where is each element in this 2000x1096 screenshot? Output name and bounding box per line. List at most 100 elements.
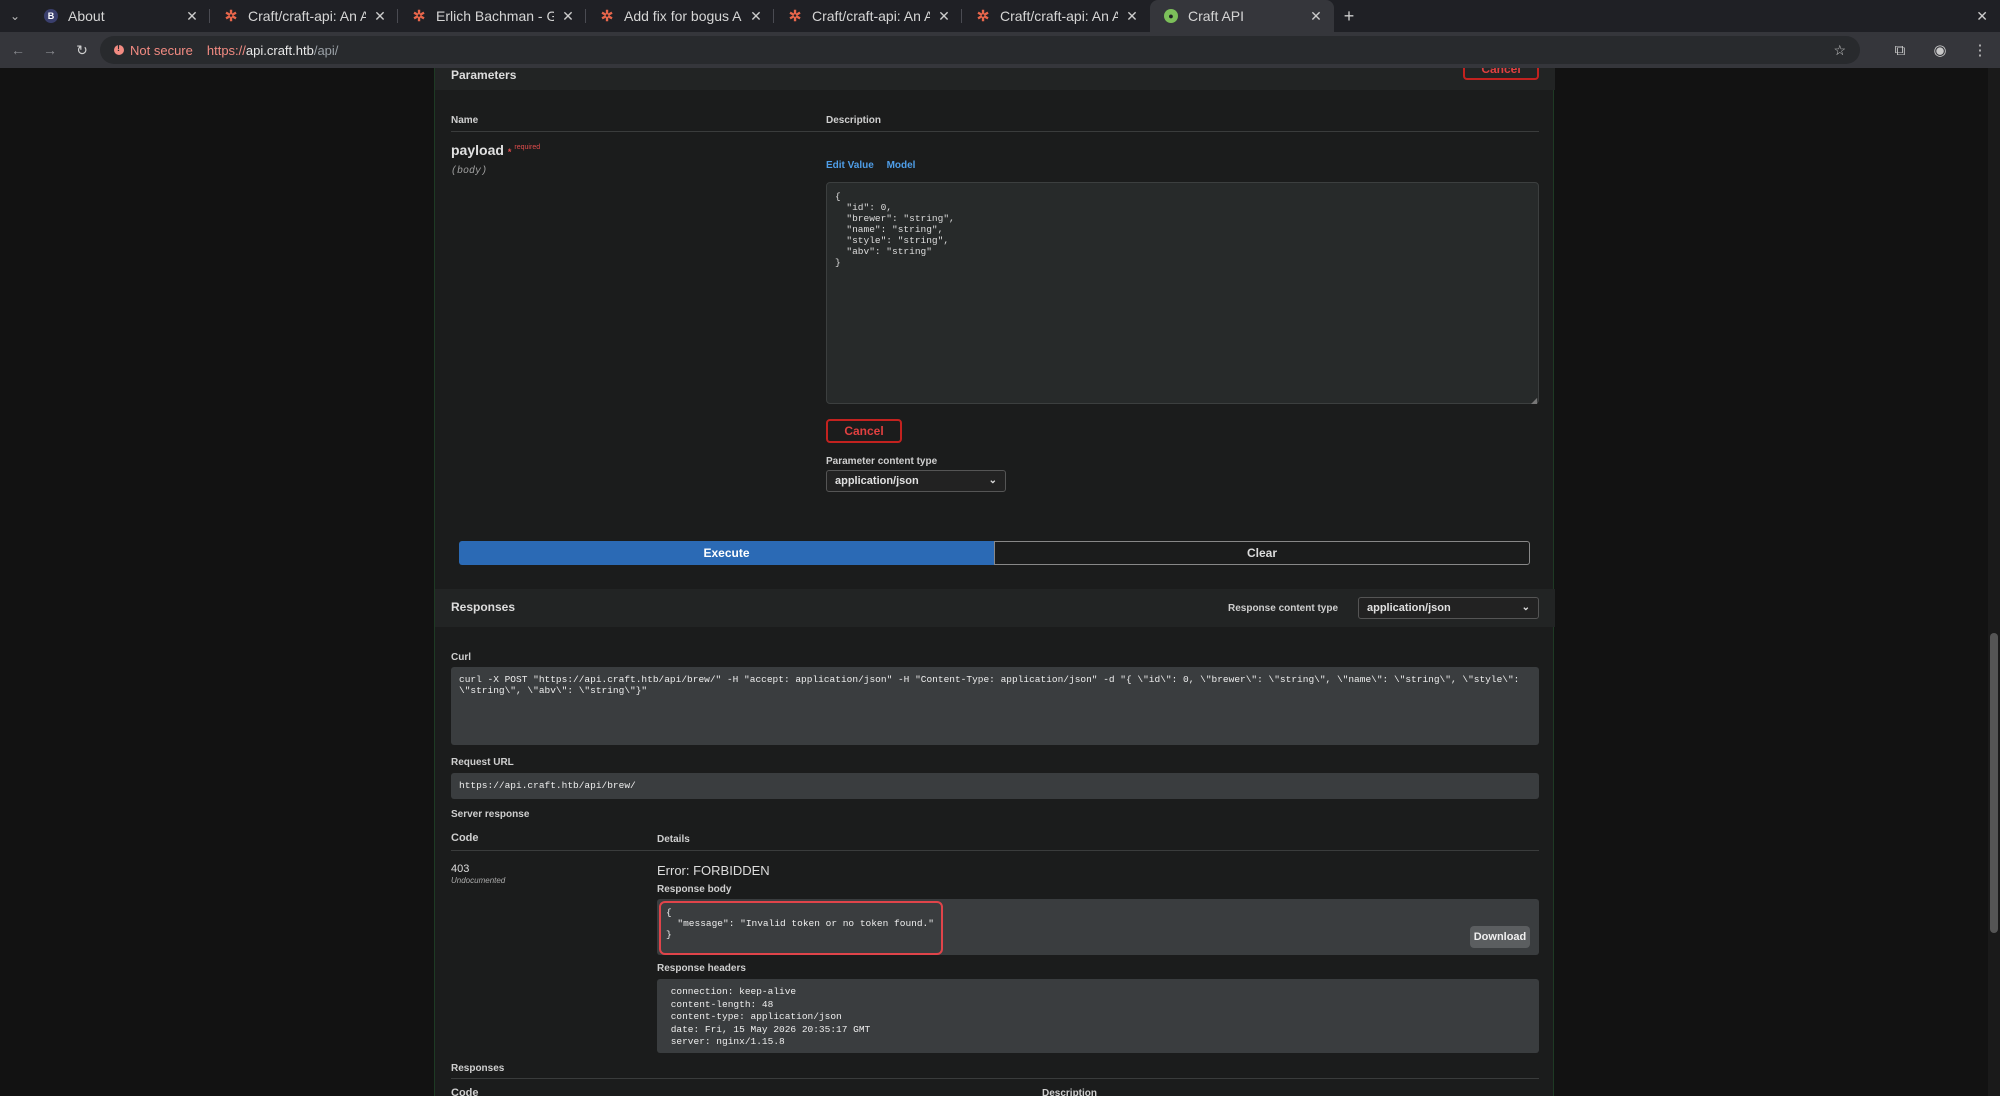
close-icon[interactable]: ✕ (560, 8, 576, 25)
chevron-down-icon: ⌄ (1521, 602, 1530, 613)
response-headers-label: Response headers (657, 963, 746, 974)
server-response-label: Server response (451, 809, 530, 820)
divider (451, 850, 1539, 851)
tab-craft-api-1[interactable]: ✲ Craft/craft-api: An API f ✕ (210, 0, 398, 32)
curl-command[interactable]: curl -X POST "https://api.craft.htb/api/… (451, 667, 1539, 745)
response-content-type-select[interactable]: application/json ⌄ (1358, 597, 1539, 619)
reload-icon[interactable]: ↻ (68, 36, 96, 64)
divider (451, 1078, 1539, 1079)
gogs-icon: ✲ (224, 8, 238, 25)
bottom-col-code-header: Code (451, 1087, 479, 1096)
bookmark-star-icon[interactable]: ☆ (1833, 42, 1846, 59)
tab-title: Craft/craft-api: An API f (1000, 8, 1118, 24)
param-location: (body) (451, 166, 488, 177)
forward-icon[interactable]: → (36, 36, 64, 64)
close-icon[interactable]: ✕ (1124, 8, 1140, 25)
tab-add-fix[interactable]: ✲ Add fix for bogus ABV v ✕ (586, 0, 774, 32)
responses-bottom-title: Responses (451, 1063, 505, 1074)
response-error-text: Error: FORBIDDEN (657, 863, 770, 878)
tab-title: Erlich Bachman - Gogs (436, 8, 554, 24)
param-name: payload * required (451, 142, 540, 158)
close-icon[interactable]: ✕ (936, 8, 952, 25)
tab-model[interactable]: Model (887, 160, 916, 171)
col-description-header: Description (826, 115, 882, 126)
cancel-try-button[interactable]: Cancel (1463, 68, 1539, 80)
tab-about[interactable]: B About ✕ (30, 0, 210, 32)
value-tabs: Edit Value Model (826, 160, 925, 171)
divider (451, 131, 1539, 132)
cancel-button[interactable]: Cancel (826, 419, 902, 443)
tab-craft-api-3[interactable]: ✲ Craft/craft-api: An API f ✕ (962, 0, 1150, 32)
required-label: required (514, 144, 541, 152)
responses-title: Responses (451, 600, 516, 614)
close-icon[interactable]: ✕ (184, 8, 200, 25)
col-details-header: Details (657, 834, 690, 845)
tab-craft-api-active[interactable]: ● Craft API ✕ (1150, 0, 1334, 32)
execute-button[interactable]: Execute (459, 541, 994, 565)
swagger-operation-panel: Parameters Cancel Name Description paylo… (434, 68, 1555, 1096)
url-host: api.craft.htb (245, 42, 314, 58)
response-content-type-label: Response content type (1228, 603, 1339, 614)
payload-body-textarea[interactable]: { "id": 0, "brewer": "string", "name": "… (826, 182, 1539, 404)
scrollbar-thumb[interactable] (1990, 633, 1998, 933)
tab-title: About (68, 8, 105, 24)
tab-title: Craft/craft-api: An API f (812, 8, 930, 24)
gogs-icon: ✲ (412, 8, 426, 25)
gogs-icon: ✲ (600, 8, 614, 25)
parameters-header: Parameters Cancel (435, 68, 1555, 90)
close-icon[interactable]: ✕ (1308, 8, 1324, 25)
security-indicator[interactable]: Not secure (106, 40, 201, 61)
responses-header: Responses Response content type applicat… (435, 589, 1555, 627)
url-scheme: https:// (206, 42, 246, 58)
tab-craft-api-2[interactable]: ✲ Craft/craft-api: An API f ✕ (774, 0, 962, 32)
param-name-text: payload (451, 142, 504, 158)
request-url-value[interactable]: https://api.craft.htb/api/brew/ (451, 773, 1539, 799)
response-code: 403 (451, 863, 470, 875)
address-bar[interactable]: Not secure https://api.craft.htb/api/ ☆ (100, 36, 1860, 64)
tab-title: Add fix for bogus ABV v (624, 8, 742, 24)
warning-icon (114, 43, 124, 55)
swagger-icon: ● (1164, 9, 1178, 23)
browser-toolbar: ← → ↻ Not secure https://api.craft.htb/a… (0, 32, 2000, 68)
security-label: Not secure (130, 42, 193, 58)
response-headers[interactable]: connection: keep-alive content-length: 4… (657, 979, 1539, 1053)
param-content-type-value: application/json (835, 475, 919, 487)
tab-erlich-bachman[interactable]: ✲ Erlich Bachman - Gogs ✕ (398, 0, 586, 32)
response-body-label: Response body (657, 884, 732, 895)
required-star: * (507, 147, 512, 157)
download-button[interactable]: Download (1470, 926, 1530, 948)
bottom-col-description-header: Description (1042, 1088, 1098, 1096)
response-body-highlight (659, 901, 943, 955)
new-tab-icon[interactable]: + (1334, 6, 1364, 27)
clear-button[interactable]: Clear (994, 541, 1530, 565)
gogs-icon: ✲ (976, 8, 990, 25)
col-code-header: Code (451, 832, 479, 844)
close-icon[interactable]: ✕ (372, 8, 388, 25)
page-viewport: Parameters Cancel Name Description paylo… (0, 68, 2000, 1096)
tab-strip: ⌄ B About ✕ ✲ Craft/craft-api: An API f … (0, 0, 2000, 32)
response-code-note: Undocumented (451, 876, 506, 885)
resize-handle-icon[interactable]: ◢ (1531, 396, 1537, 405)
curl-label: Curl (451, 652, 471, 663)
back-icon[interactable]: ← (4, 36, 32, 64)
request-url-label: Request URL (451, 757, 514, 768)
response-content-type-value: application/json (1367, 602, 1451, 614)
url-path: /api/ (313, 42, 339, 58)
b-icon: B (44, 9, 58, 23)
extensions-icon[interactable]: ⧉ (1880, 42, 1920, 59)
tab-edit-value[interactable]: Edit Value (826, 160, 874, 171)
url-text[interactable]: https://api.craft.htb/api/ (207, 43, 339, 58)
menu-icon[interactable]: ⋮ (1960, 41, 2000, 59)
window-close-icon[interactable]: ✕ (1976, 8, 1988, 25)
profile-icon[interactable]: ◉ (1920, 41, 1960, 59)
col-name-header: Name (451, 115, 479, 126)
parameters-title: Parameters (451, 68, 517, 82)
page-scrollbar[interactable] (1988, 68, 2000, 1096)
gogs-icon: ✲ (788, 8, 802, 25)
tab-title: Craft API (1188, 8, 1245, 24)
param-content-type-select[interactable]: application/json ⌄ (826, 470, 1006, 492)
chevron-down-icon: ⌄ (988, 475, 997, 486)
close-icon[interactable]: ✕ (748, 8, 764, 25)
tab-search-icon[interactable]: ⌄ (0, 0, 30, 32)
tab-title: Craft/craft-api: An API f (248, 8, 366, 24)
